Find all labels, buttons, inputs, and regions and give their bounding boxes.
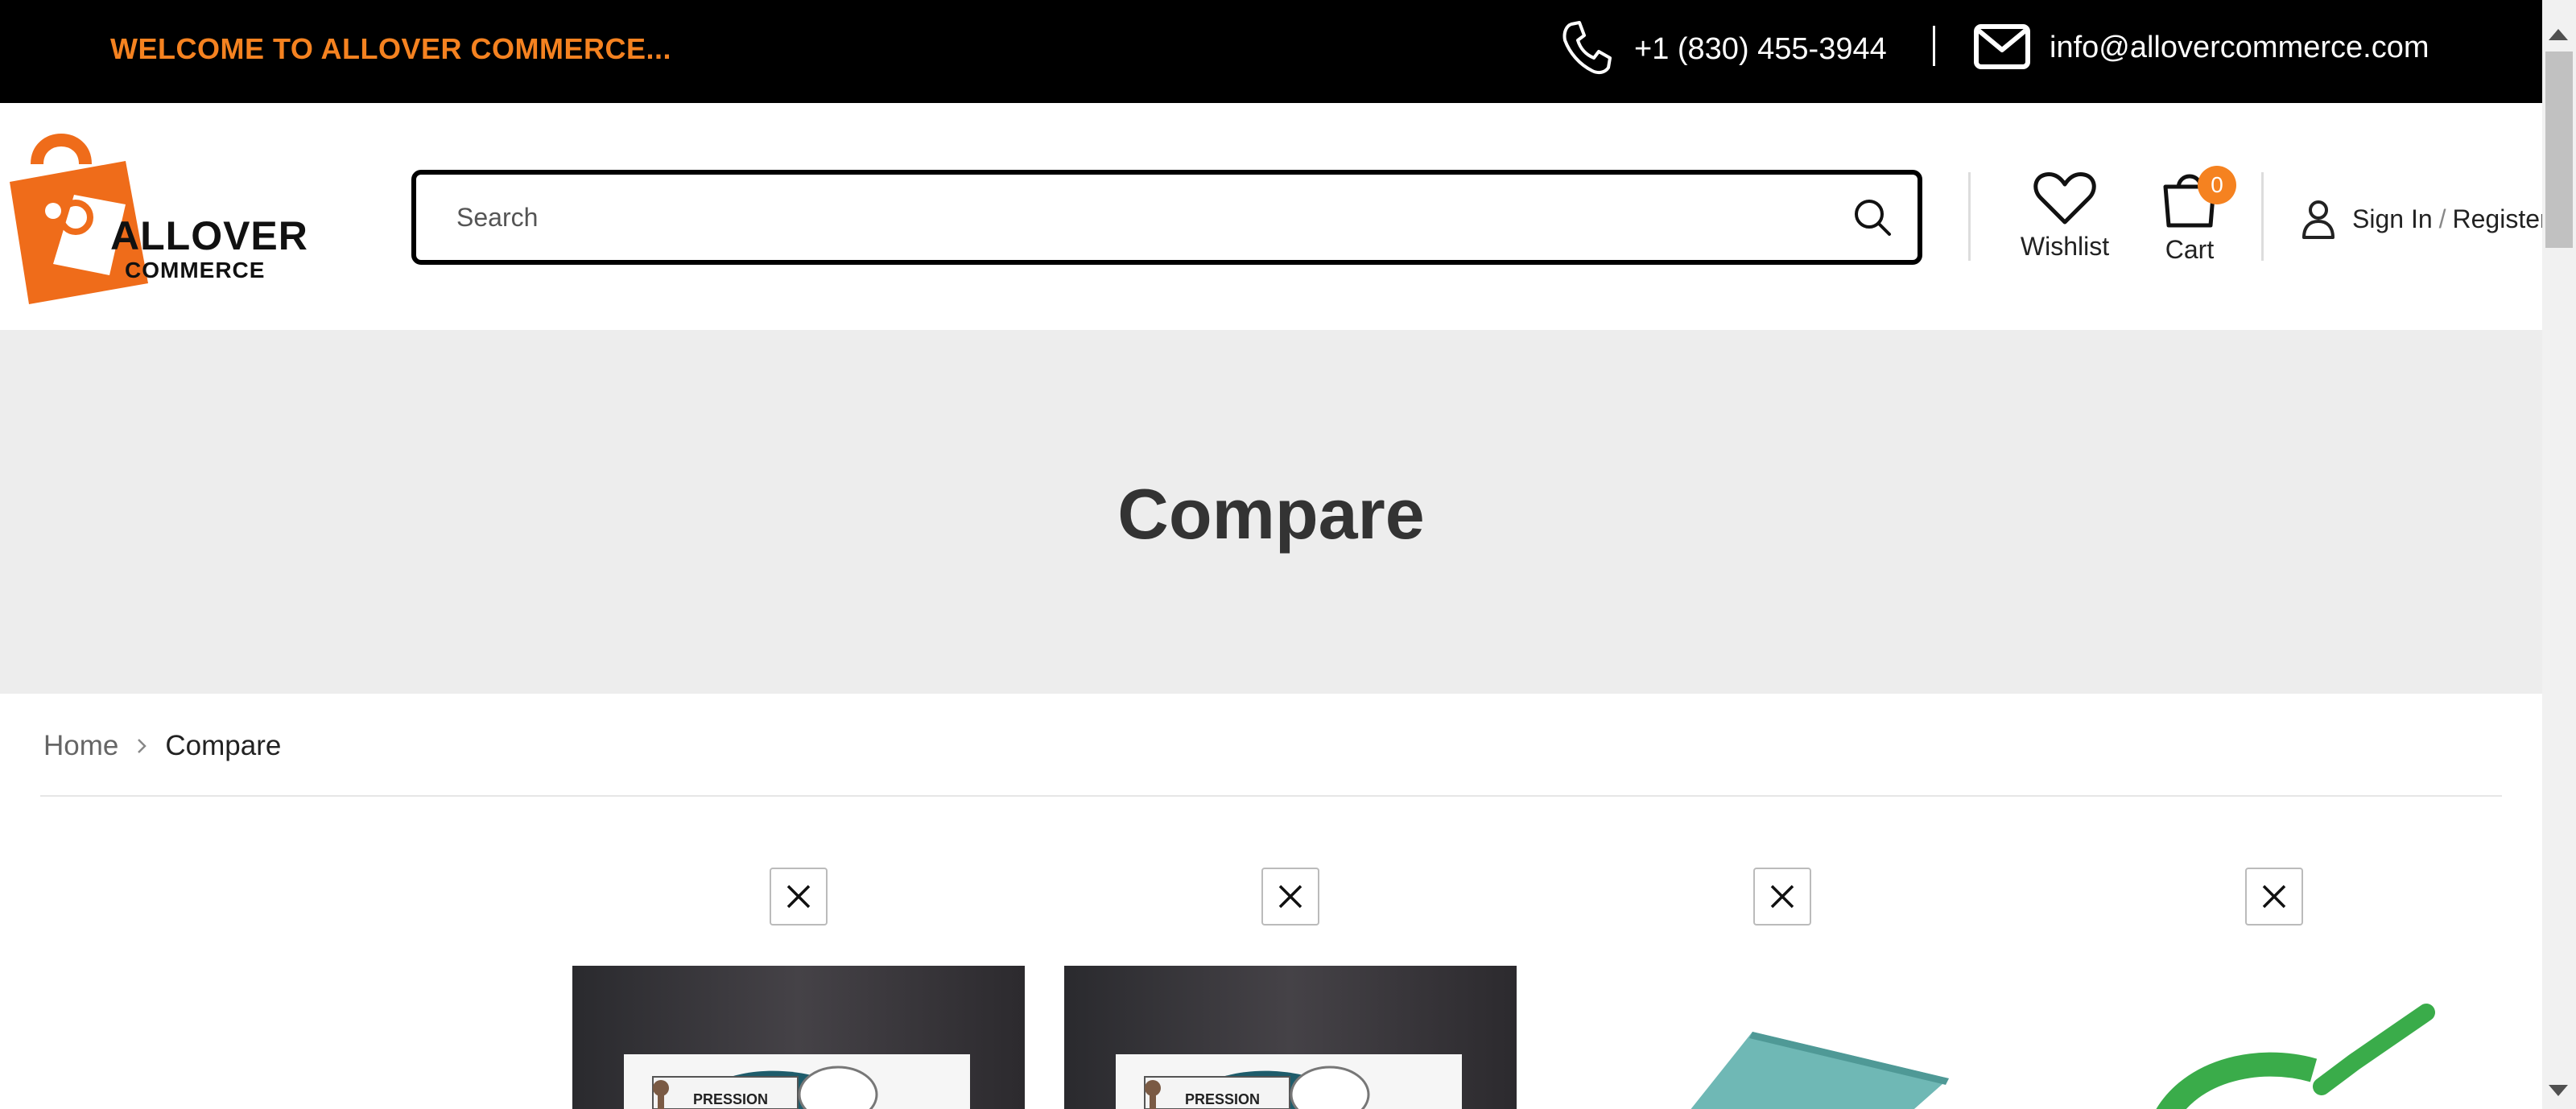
scroll-up-arrow-icon[interactable] xyxy=(2549,29,2568,40)
remove-item-button[interactable] xyxy=(1261,868,1319,926)
cart-link[interactable]: Cart 0 xyxy=(2141,166,2238,270)
search-icon[interactable] xyxy=(1852,197,1893,237)
remove-item-button[interactable] xyxy=(1753,868,1811,926)
svg-text:PRESSION: PRESSION xyxy=(1185,1091,1260,1107)
wishlist-link[interactable]: Wishlist xyxy=(2013,171,2117,267)
logo-text-commerce: COMMERCE xyxy=(125,258,266,282)
close-icon xyxy=(786,884,811,909)
account-links: Sign In / Register xyxy=(2301,195,2549,243)
scrollbar-thumb[interactable] xyxy=(2545,52,2573,248)
svg-text:PRESSION: PRESSION xyxy=(693,1091,768,1107)
cart-count-badge: 0 xyxy=(2198,166,2236,204)
sign-in-link[interactable]: Sign In xyxy=(2352,204,2433,234)
breadcrumb: Home Compare xyxy=(43,726,281,766)
remove-item-button[interactable] xyxy=(770,868,828,926)
welcome-message: WELCOME TO ALLOVER COMMERCE... xyxy=(110,32,671,65)
top-bar: WELCOME TO ALLOVER COMMERCE... +1 (830) … xyxy=(0,0,2542,103)
separator-slash: / xyxy=(2438,204,2446,233)
email-link[interactable]: info@allovercommerce.com xyxy=(2050,31,2429,65)
breadcrumb-home-link[interactable]: Home xyxy=(43,730,118,762)
page: WELCOME TO ALLOVER COMMERCE... +1 (830) … xyxy=(0,0,2576,1109)
divider xyxy=(1933,26,1935,66)
site-logo[interactable]: ALLOVER COMMERCE xyxy=(5,114,308,315)
remove-item-button[interactable] xyxy=(2245,868,2303,926)
search-box xyxy=(411,170,1922,265)
cart-label: Cart xyxy=(2165,235,2215,264)
logo-text-allover: ALLOVER xyxy=(110,213,308,258)
scroll-down-arrow-icon[interactable] xyxy=(2549,1085,2568,1096)
page-title: Compare xyxy=(1117,474,1425,554)
close-icon xyxy=(1770,884,1794,909)
search-input[interactable] xyxy=(456,175,1785,260)
close-icon xyxy=(2262,884,2286,909)
product-image[interactable] xyxy=(1556,966,2008,1109)
phone-number-link[interactable]: +1 (830) 455-3944 xyxy=(1634,32,1887,67)
divider xyxy=(40,795,2502,797)
page-title-banner: Compare xyxy=(0,330,2542,694)
product-image[interactable]: PRESSION xyxy=(1064,966,1517,1109)
divider xyxy=(1968,172,1971,261)
phone-icon xyxy=(1563,21,1612,75)
product-image[interactable]: PRESSION xyxy=(572,966,1025,1109)
product-image[interactable] xyxy=(2048,966,2500,1109)
chevron-right-icon xyxy=(138,739,147,753)
register-link[interactable]: Register xyxy=(2453,204,2549,234)
heart-icon xyxy=(2033,172,2096,225)
divider xyxy=(2261,172,2264,261)
close-icon xyxy=(1278,884,1302,909)
user-icon xyxy=(2302,200,2334,239)
breadcrumb-current: Compare xyxy=(165,730,282,761)
wishlist-label: Wishlist xyxy=(2020,232,2110,261)
mail-icon xyxy=(1974,24,2030,69)
